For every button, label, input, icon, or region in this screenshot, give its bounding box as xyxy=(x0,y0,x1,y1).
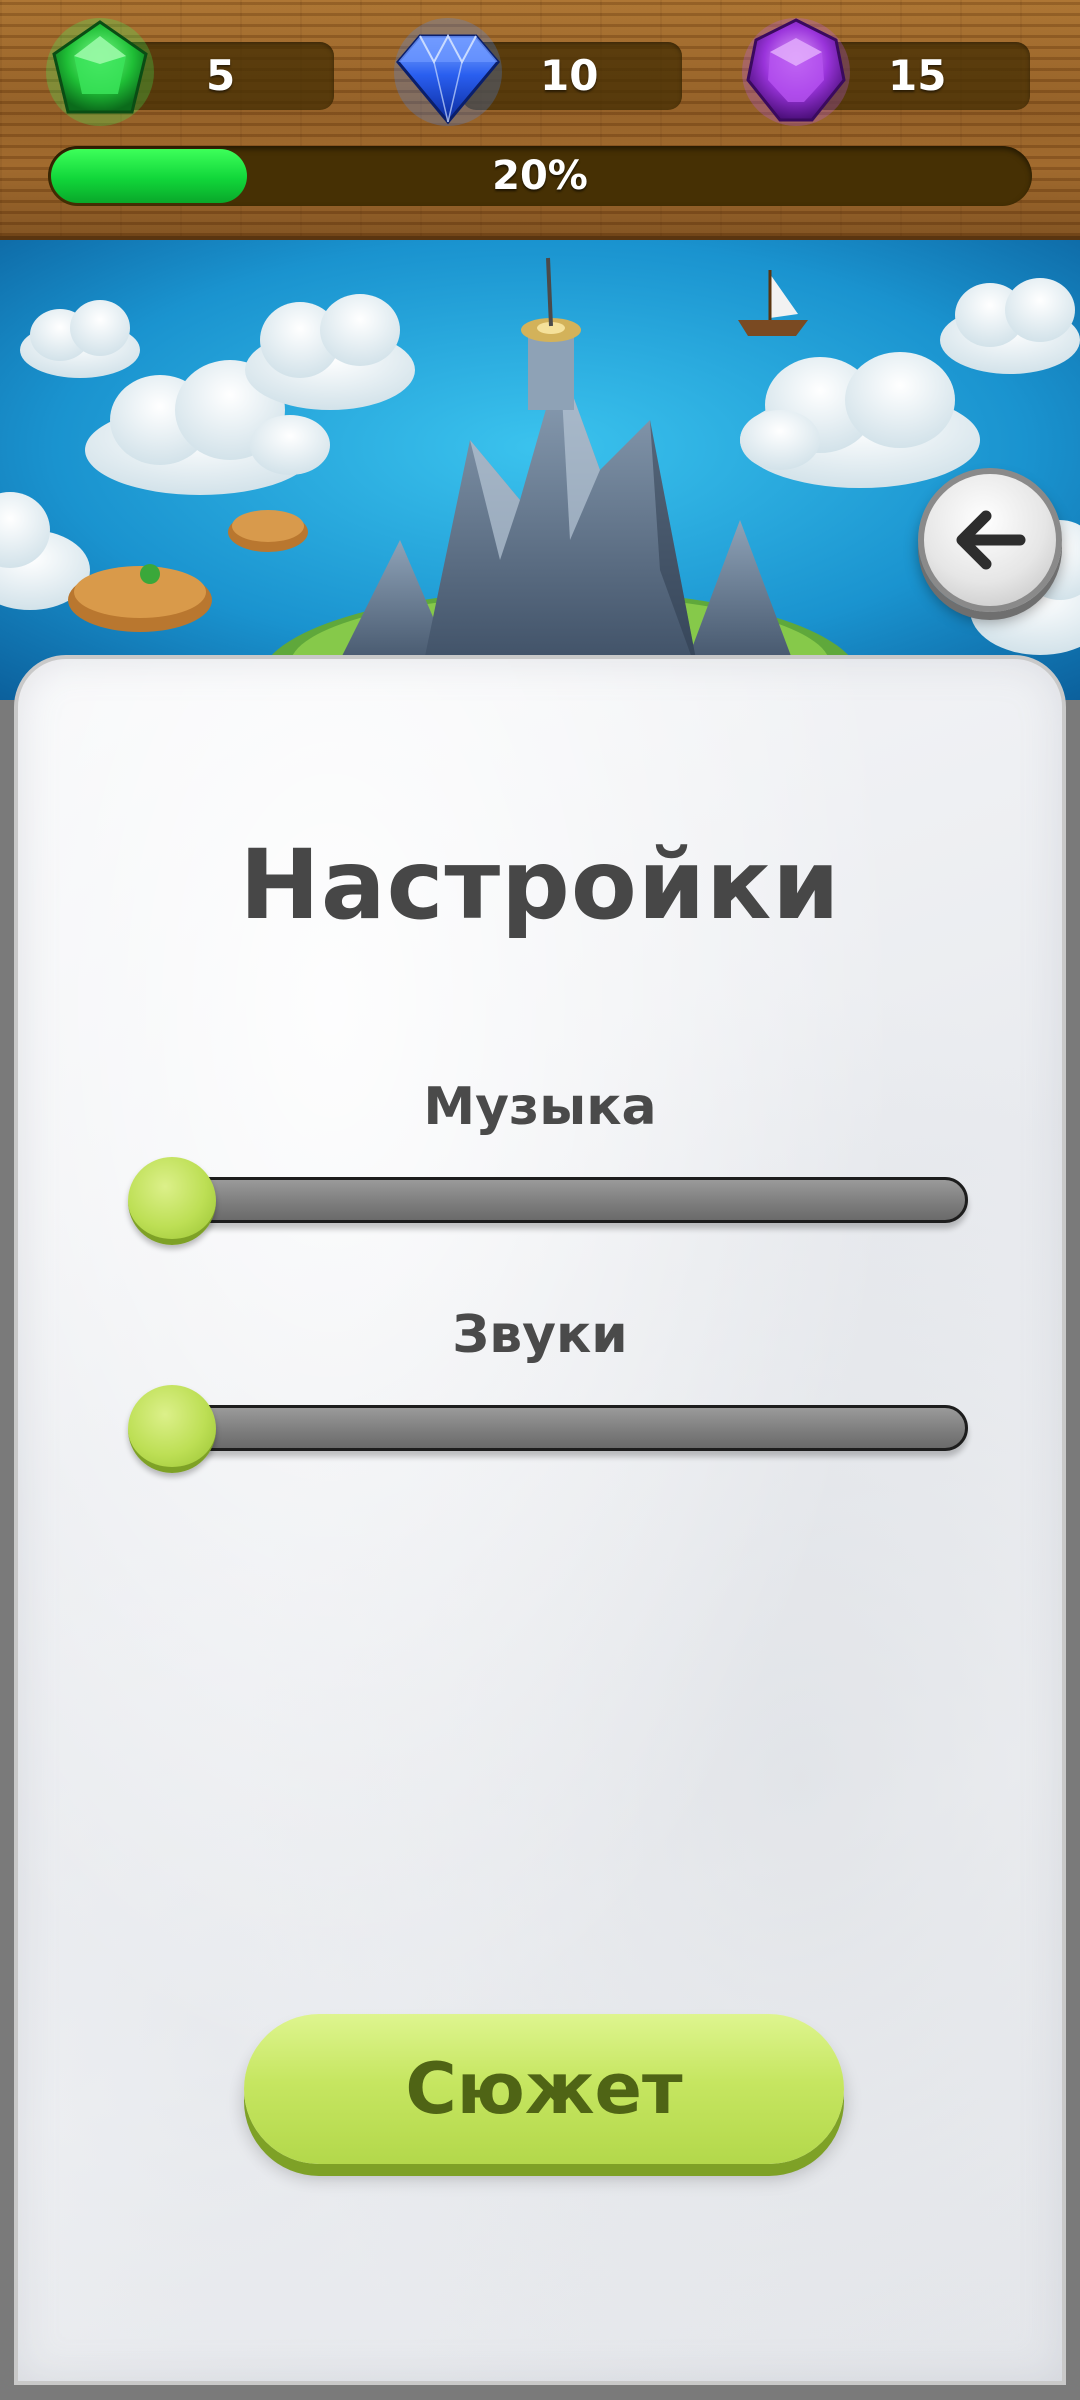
green-gem-icon xyxy=(46,18,154,126)
page-title: Настройки xyxy=(239,829,841,941)
blue-gem-icon xyxy=(394,18,502,126)
sounds-label: Звуки xyxy=(452,1305,628,1365)
level-progress-label: 20% xyxy=(492,153,588,199)
purple-gem-icon xyxy=(742,18,850,126)
settings-panel: Настройки Музыка Звуки Сюжет xyxy=(14,655,1066,2385)
music-label: Музыка xyxy=(423,1077,657,1137)
back-button[interactable] xyxy=(918,468,1062,612)
story-button[interactable]: Сюжет xyxy=(244,2014,844,2164)
purple-gem-count: 15 xyxy=(888,51,947,100)
green-gem-count: 5 xyxy=(206,51,236,100)
music-slider[interactable] xyxy=(156,1177,968,1223)
sounds-slider-handle[interactable] xyxy=(128,1385,216,1473)
sounds-slider[interactable] xyxy=(156,1405,968,1451)
story-button-label: Сюжет xyxy=(405,2048,683,2130)
resource-bar: 5 10 15 20% xyxy=(0,0,1080,240)
arrow-left-icon xyxy=(956,510,1026,570)
music-slider-handle[interactable] xyxy=(128,1157,216,1245)
island-map-illustration xyxy=(0,240,1080,700)
map-scene xyxy=(0,240,1080,700)
blue-gem-count: 10 xyxy=(540,51,599,100)
